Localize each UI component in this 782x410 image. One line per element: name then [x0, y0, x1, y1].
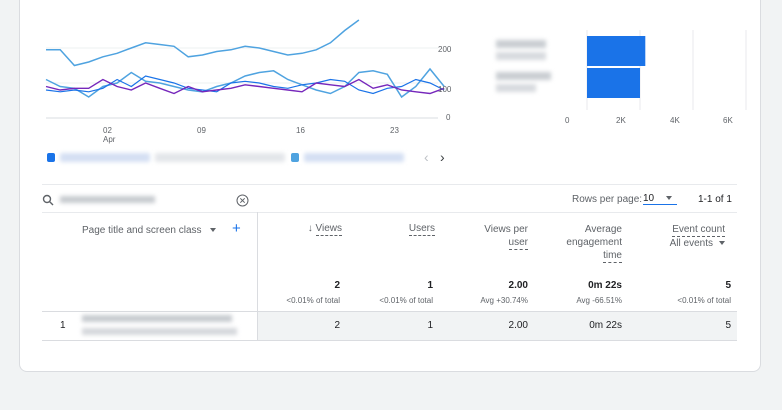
row-dimension-blurred-1[interactable] [82, 315, 232, 322]
total-users-sub: <0.01% of total [379, 296, 433, 305]
col-aet-line1: Average [584, 224, 622, 235]
row-views-per-user: 2.00 [508, 320, 528, 331]
row-avg-engagement: 0m 22s [589, 320, 622, 331]
total-event-count: 5 [725, 280, 731, 291]
report-card: 200 100 0 02 Apr 09 16 23 ‹ › 0 2K 4K 6K… [19, 0, 761, 372]
chevron-down-icon [209, 228, 216, 233]
x-tick-02: 02 [103, 126, 112, 135]
x-tick-23: 23 [390, 126, 399, 135]
legend-prev-icon[interactable]: ‹ [424, 149, 429, 165]
bar-1[interactable] [587, 36, 646, 66]
col-event-count-label: Event count [672, 224, 725, 237]
legend-label-blurred-3 [304, 153, 404, 162]
col-vpu-line1: Views per [484, 224, 528, 235]
bar-label-blurred-2 [496, 52, 546, 60]
rows-per-page-select[interactable]: 10 [643, 193, 677, 205]
bar-x-tick-4k: 4K [670, 116, 680, 125]
col-views-label: Views [315, 223, 342, 236]
col-avg-engagement-header[interactable]: Average engagement time [552, 223, 622, 263]
search-input[interactable] [60, 196, 155, 203]
row-views: 2 [334, 320, 340, 331]
col-aet-line3: time [603, 250, 622, 263]
bar-x-tick-0: 0 [565, 116, 570, 125]
legend-label-blurred-2 [155, 153, 285, 162]
legend-next-icon[interactable]: › [440, 149, 445, 165]
total-views-sub: <0.01% of total [286, 296, 340, 305]
line-chart [45, 19, 445, 119]
y-tick-100: 100 [438, 85, 452, 94]
row-dimension-blurred-2 [82, 328, 237, 335]
bar-chart [586, 30, 747, 110]
total-views-per-user-sub: Avg +30.74% [480, 296, 528, 305]
search-icon [42, 194, 54, 206]
total-users: 1 [427, 280, 433, 291]
col-vpu-line2: user [508, 237, 528, 250]
bar-2[interactable] [587, 68, 640, 98]
x-tick-16: 16 [296, 126, 305, 135]
event-filter-select[interactable]: All events [670, 238, 725, 249]
row-bottom-border [42, 340, 737, 341]
chevron-down-icon [666, 196, 673, 201]
y-tick-0: 0 [446, 113, 451, 122]
col-views-per-user-header[interactable]: Views per user [468, 223, 528, 250]
x-tick-09: 09 [197, 126, 206, 135]
total-avg-engagement-sub: Avg -66.51% [576, 296, 622, 305]
total-avg-engagement: 0m 22s [588, 280, 622, 291]
add-dimension-icon[interactable]: + [232, 220, 241, 237]
col-views-header[interactable]: ↓ Views [282, 223, 342, 236]
total-views: 2 [334, 280, 340, 291]
bar-label-blurred-1 [496, 40, 546, 48]
total-views-per-user: 2.00 [508, 280, 528, 291]
dimension-header-label: Page title and screen class [82, 225, 202, 236]
divider [42, 184, 737, 185]
col-users-label: Users [408, 223, 435, 236]
table-top-border [42, 212, 737, 213]
dimension-header[interactable]: Page title and screen class [82, 225, 216, 236]
bar-x-tick-6k: 6K [723, 116, 733, 125]
event-filter-value: All events [669, 238, 713, 249]
rows-per-page-label: Rows per page: [572, 194, 643, 205]
sort-arrow-icon: ↓ [307, 223, 313, 234]
row-index: 1 [60, 320, 66, 331]
clear-search-icon[interactable] [236, 194, 249, 207]
legend-swatch-lightblue [291, 153, 299, 162]
col-event-count-header[interactable]: Event count All events [645, 223, 725, 251]
bar-x-tick-2k: 2K [616, 116, 626, 125]
rows-per-page-value: 10 [643, 193, 655, 204]
bar-label-blurred-4 [496, 84, 536, 92]
row-event-count: 5 [725, 320, 731, 331]
chevron-down-icon [719, 241, 725, 246]
bar-label-blurred-3 [496, 72, 551, 80]
legend-swatch-blue [47, 153, 55, 162]
legend-label-blurred [60, 153, 150, 162]
y-tick-200: 200 [438, 45, 452, 54]
line-series-1 [46, 19, 360, 67]
range-text: 1-1 of 1 [698, 194, 732, 205]
total-event-count-sub: <0.01% of total [677, 296, 731, 305]
x-tick-apr: Apr [103, 135, 116, 144]
col-aet-line2: engagement [566, 237, 622, 248]
col-users-header[interactable]: Users [375, 223, 435, 236]
row-users: 1 [427, 320, 433, 331]
